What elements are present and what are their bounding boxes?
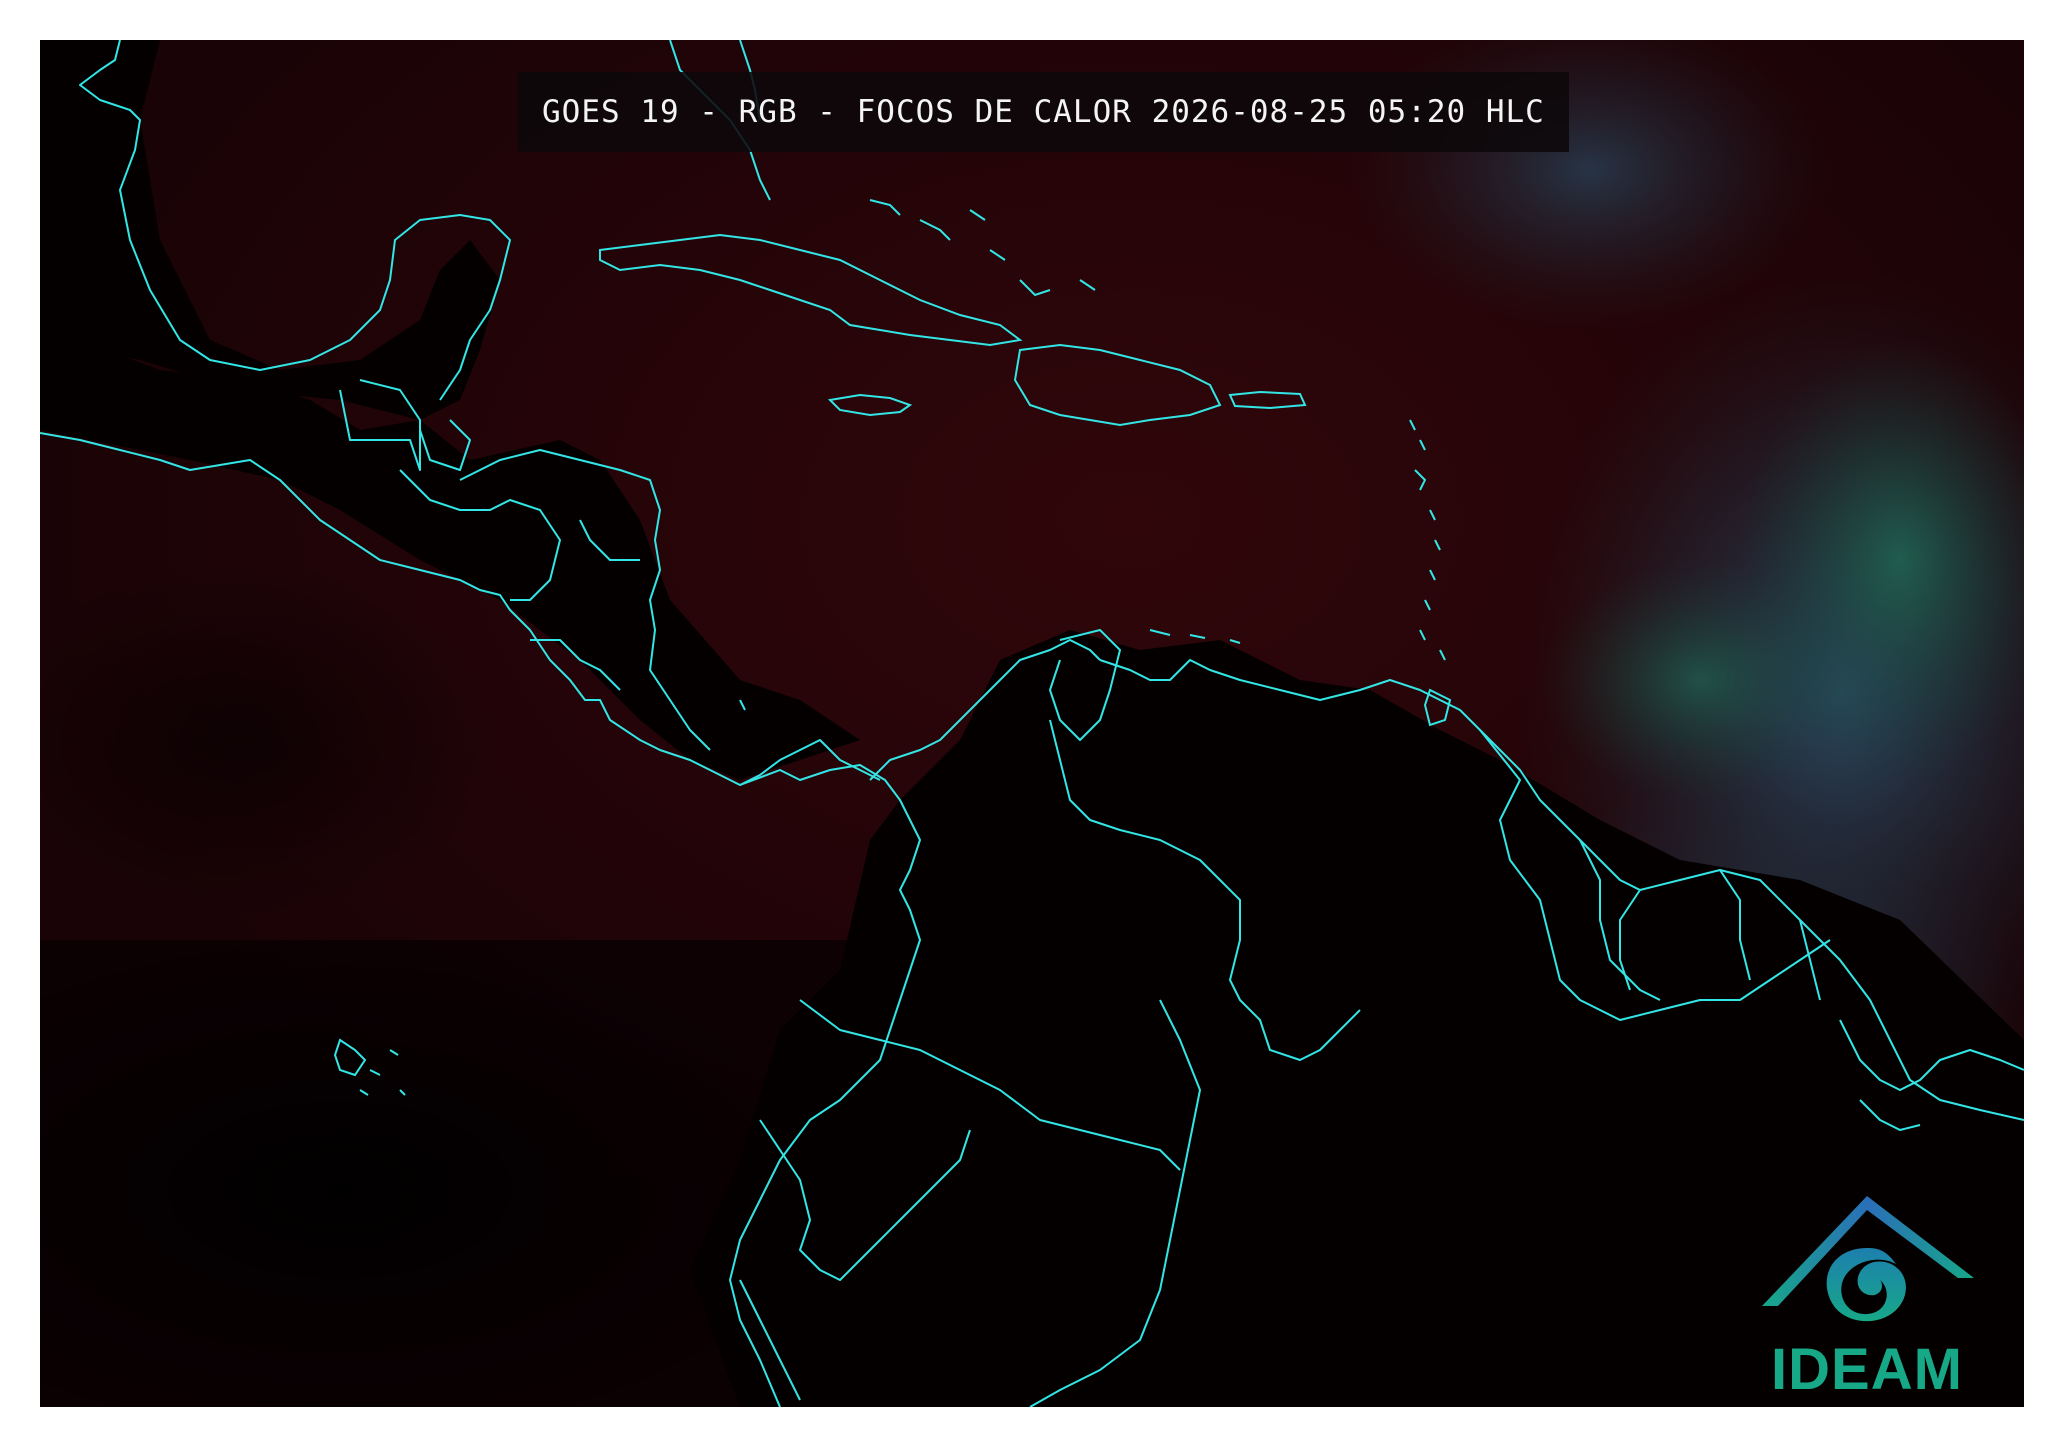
map-title-box: GOES 19 - RGB - FOCOS DE CALOR 2026-08-2… xyxy=(518,72,1569,152)
ideam-logo-icon xyxy=(1762,1196,1974,1322)
satellite-map: GOES 19 - RGB - FOCOS DE CALOR 2026-08-2… xyxy=(40,40,2024,1407)
ideam-logo: IDEAM xyxy=(1752,1178,1982,1400)
ideam-logo-text: IDEAM xyxy=(1771,1337,1963,1402)
satellite-image xyxy=(40,40,2024,1407)
map-title: GOES 19 - RGB - FOCOS DE CALOR 2026-08-2… xyxy=(542,94,1545,130)
